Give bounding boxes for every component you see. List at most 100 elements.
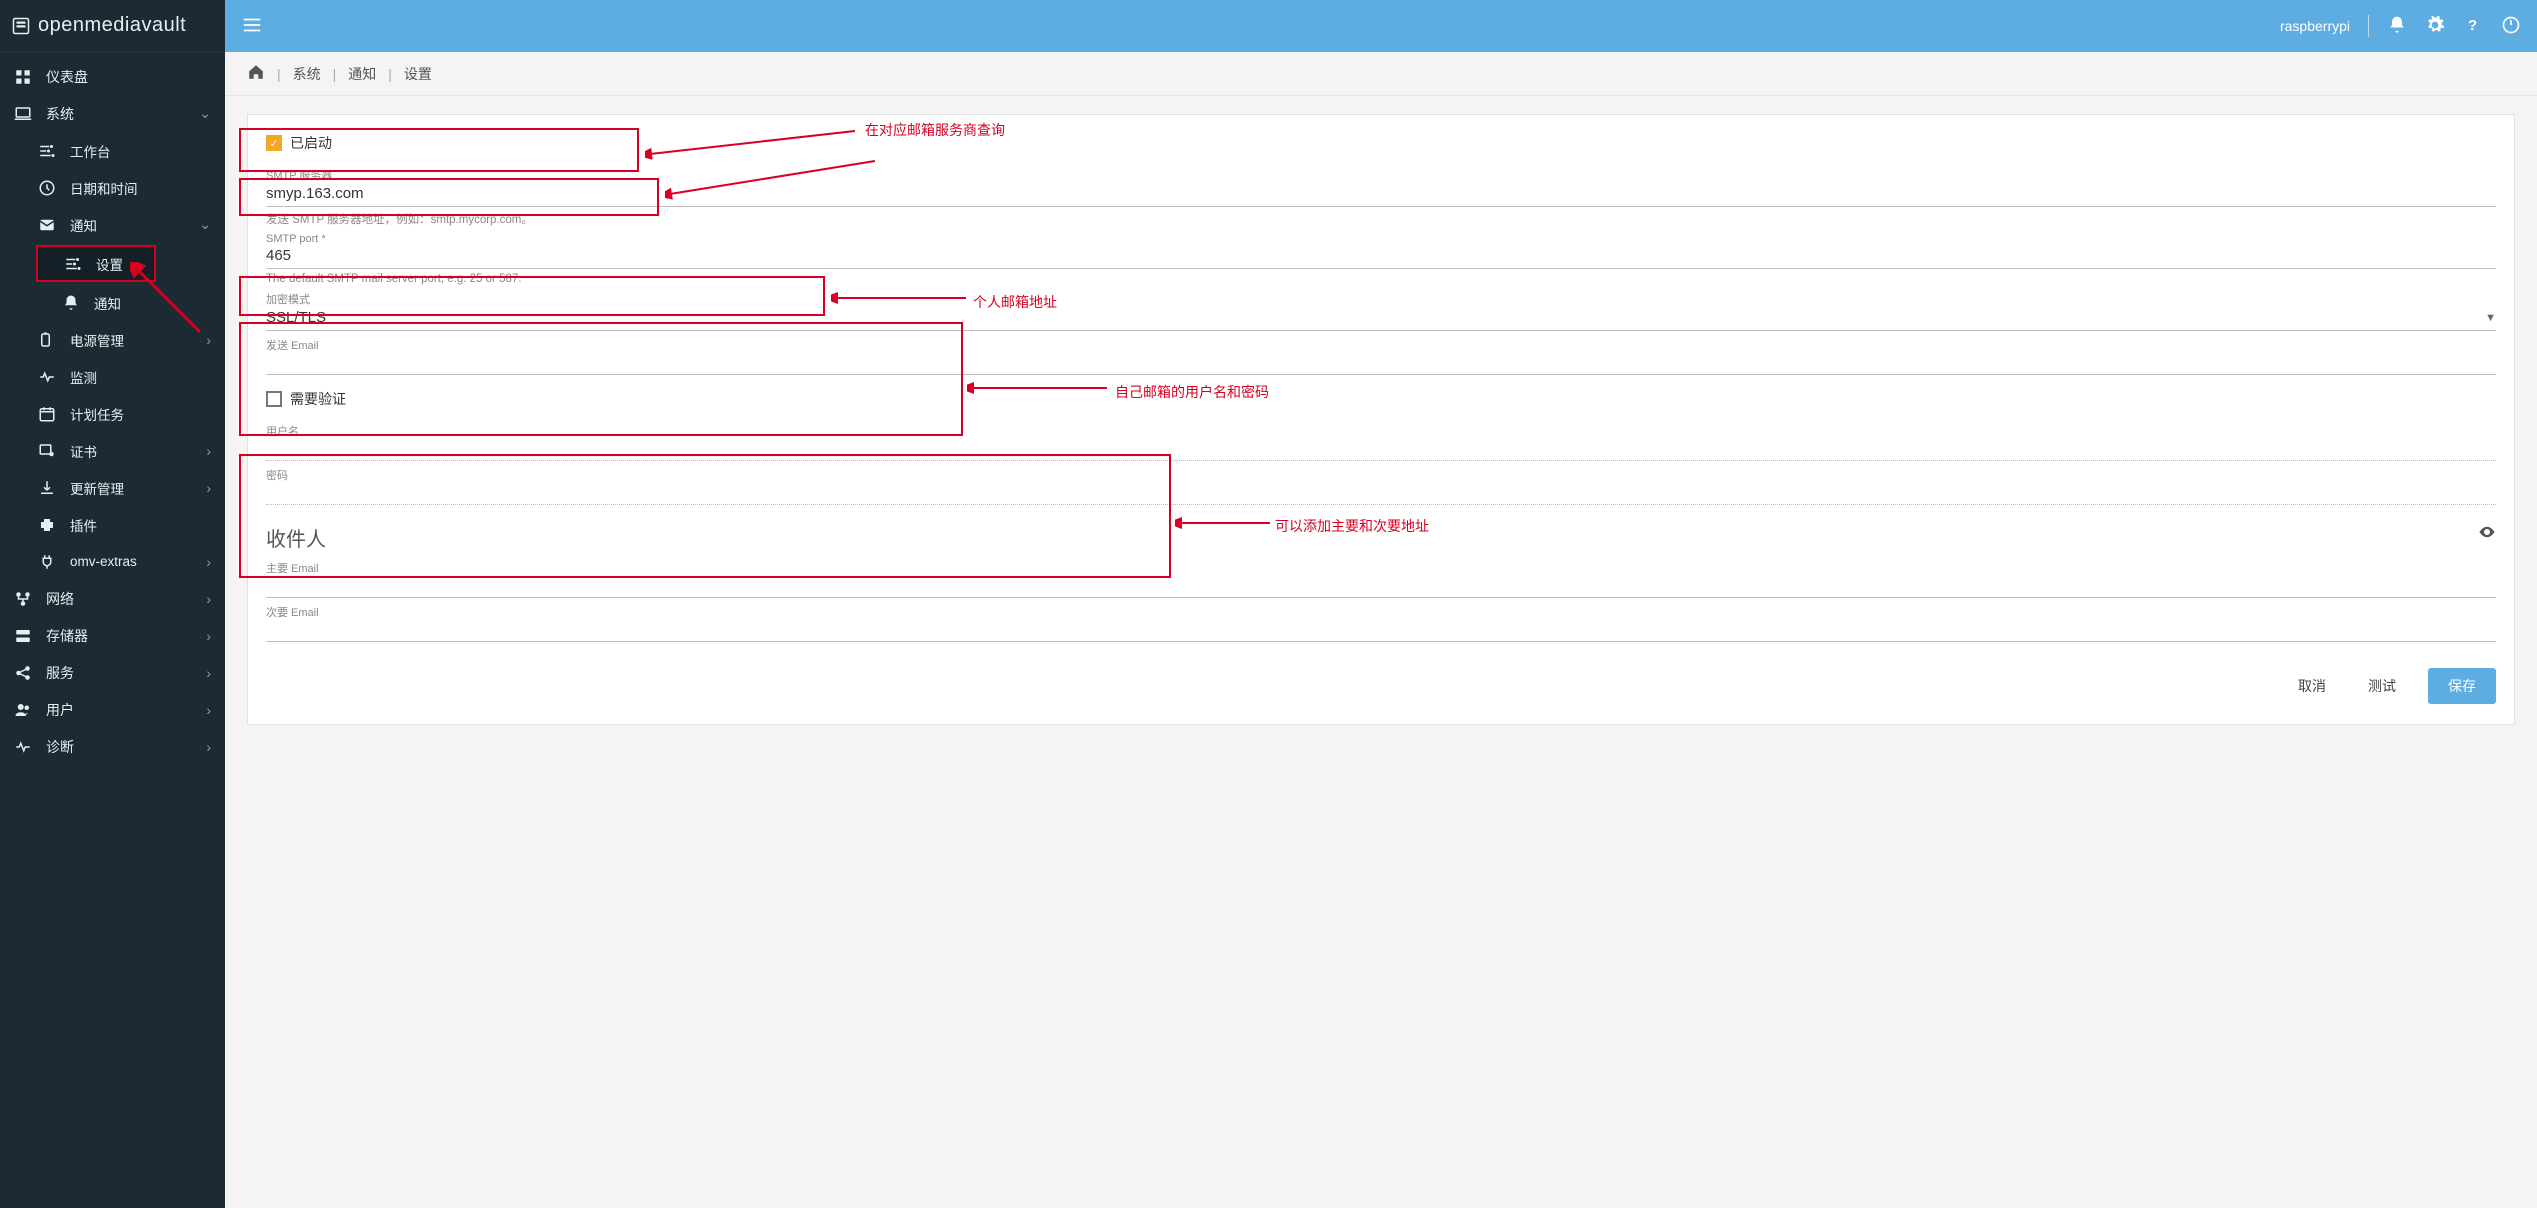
sidebar-item-dashboard[interactable]: 仪表盘 — [0, 58, 225, 95]
checkbox-empty-icon[interactable] — [266, 391, 282, 407]
crumb-system[interactable]: 系统 — [293, 64, 321, 84]
enabled-label: 已启动 — [290, 133, 332, 153]
sidebar-item-omv[interactable]: omv-extras › — [0, 543, 225, 580]
help-icon[interactable]: ? — [2463, 15, 2483, 38]
dashboard-icon — [14, 68, 32, 86]
secondary-email-input[interactable] — [266, 620, 2496, 642]
test-button[interactable]: 测试 — [2358, 668, 2406, 704]
sidebar: openmediavault 仪表盘 系统 ⌄ 工作台 日期和时间 通知 ⌄ 设… — [0, 0, 225, 1208]
send-email-field[interactable]: 发送 Email — [266, 335, 2496, 375]
sidebar-item-datetime[interactable]: 日期和时间 — [0, 169, 225, 206]
sidebar-item-label: 设置 — [96, 254, 123, 274]
password-field[interactable]: 密码 — [266, 465, 2496, 505]
chevron-right-icon: › — [206, 739, 211, 755]
checkbox-checked-icon[interactable]: ✓ — [266, 135, 282, 151]
password-input[interactable] — [266, 483, 2496, 505]
chevron-right-icon: › — [206, 480, 211, 496]
chevron-right-icon: › — [206, 628, 211, 644]
sidebar-item-power[interactable]: 电源管理 › — [0, 321, 225, 358]
eye-icon[interactable] — [2478, 523, 2496, 544]
cancel-button[interactable]: 取消 — [2288, 668, 2336, 704]
sidebar-item-cert[interactable]: 证书 › — [0, 432, 225, 469]
sidebar-item-label: 通知 — [70, 215, 97, 235]
hostname: raspberrypi — [2280, 18, 2350, 34]
power-icon[interactable] — [2501, 15, 2521, 38]
sidebar-item-settings[interactable]: 设置 — [36, 245, 156, 282]
primary-email-input[interactable] — [266, 576, 2496, 598]
auth-label: 需要验证 — [290, 389, 346, 409]
certificate-icon — [38, 442, 56, 460]
sidebar-item-update[interactable]: 更新管理 › — [0, 469, 225, 506]
primary-email-field[interactable]: 主要 Email — [266, 558, 2496, 598]
send-email-input[interactable] — [266, 353, 2496, 375]
chevron-right-icon: › — [206, 665, 211, 681]
clock-icon — [38, 179, 56, 197]
gear-icon[interactable] — [2425, 15, 2445, 38]
encryption-field[interactable]: 加密模式 SSL/TLS ▼ — [266, 289, 2496, 331]
storage-icon — [14, 627, 32, 645]
sidebar-item-label: 通知 — [94, 293, 121, 313]
chevron-down-icon: ⌄ — [199, 216, 211, 233]
topbar-right: raspberrypi ? — [2280, 15, 2521, 38]
heartbeat-icon — [38, 368, 56, 386]
sidebar-item-label: 诊断 — [46, 737, 74, 757]
sidebar-item-schedule[interactable]: 计划任务 — [0, 395, 225, 432]
sidebar-item-label: 证书 — [70, 441, 97, 461]
users-icon — [14, 701, 32, 719]
field-label: SMTP port * — [266, 233, 2496, 245]
sidebar-item-storage[interactable]: 存储器 › — [0, 617, 225, 654]
field-label: 主要 Email — [266, 560, 2496, 576]
smtp-port-field[interactable]: SMTP port * 465 The default SMTP mail se… — [266, 231, 2496, 285]
heartbeat-icon — [14, 738, 32, 756]
sidebar-item-plugins[interactable]: 插件 — [0, 506, 225, 543]
network-icon — [14, 590, 32, 608]
laptop-icon — [14, 105, 32, 123]
hamburger-icon[interactable] — [241, 14, 263, 39]
tune-icon — [38, 142, 56, 160]
field-label: SMTP 服务器 — [266, 167, 2496, 183]
auth-row[interactable]: 需要验证 — [266, 385, 2496, 417]
enabled-row[interactable]: ✓ 已启动 — [266, 129, 2496, 161]
sidebar-item-notify[interactable]: 通知 ⌄ — [0, 206, 225, 243]
sidebar-item-label: 服务 — [46, 663, 74, 683]
sidebar-item-notify2[interactable]: 通知 — [0, 284, 225, 321]
sidebar-item-label: 系统 — [46, 104, 74, 124]
sidebar-item-workbench[interactable]: 工作台 — [0, 132, 225, 169]
smtp-port-input[interactable]: 465 — [266, 245, 2496, 269]
username-input[interactable] — [266, 439, 2496, 461]
dropdown-icon: ▼ — [2485, 312, 2496, 324]
bell-icon — [62, 294, 80, 312]
secondary-email-field[interactable]: 次要 Email — [266, 602, 2496, 642]
sidebar-item-label: 更新管理 — [70, 478, 124, 498]
sidebar-item-label: 日期和时间 — [70, 178, 138, 198]
encryption-select[interactable]: SSL/TLS ▼ — [266, 307, 2496, 331]
divider — [2368, 15, 2369, 37]
brand-text: openmediavault — [38, 14, 186, 37]
tune-icon — [64, 255, 82, 273]
sidebar-item-monitor[interactable]: 监测 — [0, 358, 225, 395]
sidebar-item-label: 存储器 — [46, 626, 88, 646]
sidebar-item-label: 用户 — [46, 700, 74, 720]
sidebar-item-label: 工作台 — [70, 141, 111, 161]
sidebar-item-diag[interactable]: 诊断 › — [0, 728, 225, 765]
sidebar-item-users[interactable]: 用户 › — [0, 691, 225, 728]
sidebar-item-label: 监测 — [70, 367, 97, 387]
main: raspberrypi ? | 系统 | 通知 | 设置 ✓ 已启动 SMTP … — [225, 0, 2537, 1208]
crumb-settings[interactable]: 设置 — [404, 64, 432, 84]
bell-icon[interactable] — [2387, 15, 2407, 38]
sep: | — [388, 66, 392, 82]
save-button[interactable]: 保存 — [2428, 668, 2496, 704]
sidebar-item-label: 插件 — [70, 515, 97, 535]
sidebar-item-system[interactable]: 系统 ⌄ — [0, 95, 225, 132]
crumb-notify[interactable]: 通知 — [348, 64, 376, 84]
smtp-server-field[interactable]: SMTP 服务器 smyp.163.com 发送 SMTP 服务器地址，例如：s… — [266, 165, 2496, 227]
field-help: The default SMTP mail server port, e.g. … — [266, 273, 2496, 285]
username-field[interactable]: 用户名 — [266, 421, 2496, 461]
recipient-title: 收件人 — [266, 523, 2496, 552]
sidebar-item-network[interactable]: 网络 › — [0, 580, 225, 617]
encryption-value: SSL/TLS — [266, 309, 326, 326]
chevron-right-icon: › — [206, 591, 211, 607]
sidebar-item-services[interactable]: 服务 › — [0, 654, 225, 691]
smtp-server-input[interactable]: smyp.163.com — [266, 183, 2496, 207]
home-icon[interactable] — [247, 63, 265, 84]
